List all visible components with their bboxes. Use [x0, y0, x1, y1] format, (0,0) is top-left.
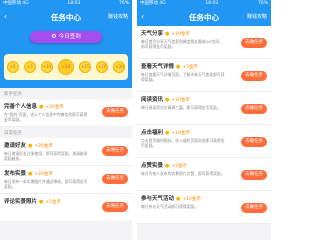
task-reward: +20金币 [34, 172, 53, 177]
task-desc: 每日阅读资讯文章满三篇，即可获得金币奖励。 [141, 105, 221, 110]
task-reward: +5金币 [182, 65, 199, 70]
back-arrow-icon[interactable]: ‹ [141, 12, 144, 22]
sign-in-rewards: +5 +5 +10 +10 +15 +20 +30 [4, 54, 128, 80]
task-item: 参与天气活动 ● +10金币 每日参与天气活动即可获得奖励。 去做任务 [137, 191, 271, 224]
task-desc: 每日发布一条实景图片并通过审核，即可获得金币奖励。 [4, 179, 88, 189]
task-reward: +5金币 [171, 164, 188, 169]
gear-icon: ⚙ [51, 33, 57, 40]
status-bar: 中国移动 4G 18:03 76% [137, 0, 271, 8]
task-reward: +10金币 [171, 98, 190, 103]
do-task-button[interactable]: 去做任务 [102, 202, 128, 212]
do-task-button[interactable]: 去做任务 [241, 170, 267, 180]
task-item: 查看天气详情 ● +5金币 每日查看天气详情页面，了解未来天气变化即可获得奖励。 去… [137, 59, 271, 92]
task-reward: +20金币 [45, 105, 64, 110]
status-battery: 76% [118, 1, 129, 6]
coin-star-icon: ● [165, 130, 170, 136]
task-item: 评论实景照片 ● +5金币 去做任务 [0, 194, 132, 222]
task-reward: +5金币 [45, 200, 62, 205]
do-task-button[interactable]: 去做任务 [102, 174, 128, 184]
task-desc: 每日首次分享天气信息到微信朋友圈或QQ空间，即可获得金币奖励。 [141, 39, 223, 49]
left-screen: 中国移动 4G 18:03 76% ‹ 任务中心 赚钱攻略 ⚙ 今日签到 +5 +… [0, 0, 132, 240]
do-task-button[interactable]: 去做任务 [102, 107, 128, 117]
earning-guide-link[interactable]: 赚钱攻略 [108, 13, 128, 21]
do-task-button[interactable]: 去做任务 [241, 38, 267, 48]
section-title: 新手任务 [4, 92, 22, 97]
section-title: 日常任务 [4, 131, 22, 136]
coin-star-icon: ● [28, 171, 33, 177]
sign-in-panel: ⚙ 今日签到 +5 +5 +10 +10 +15 +20 +30 [0, 26, 132, 88]
coin-star-icon: ● [39, 199, 44, 205]
task-desc: 每日邀请好友注册使用，即可获得奖励，邀请越多奖励越多。 [4, 151, 88, 161]
task-name: 阅读资讯 [141, 97, 164, 103]
coin-star-icon: ● [165, 163, 170, 169]
task-item: 阅读资讯 ● +10金币 每日阅读资讯文章满三篇，即可获得金币奖励。 去做任务 [137, 92, 271, 125]
coin-icon: +5 [6, 61, 19, 73]
status-carrier: 中国移动 4G [140, 1, 166, 6]
status-bar: 中国移动 4G 18:03 76% [0, 0, 132, 8]
coin-star-icon: ● [28, 143, 33, 149]
task-name: 完善个人信息 [4, 104, 38, 110]
coin-star-icon: ● [165, 31, 170, 37]
task-name: 天气分享 [141, 31, 164, 37]
right-screen: 中国移动 4G 18:03 76% ‹ 任务中心 赚钱攻略 天气分享 ● +10金币… [137, 0, 271, 240]
task-name: 查看天气详情 [141, 64, 175, 70]
task-desc: 在"我的"页面，进入个人信息中完善信息即可获得金币奖励。 [4, 112, 88, 122]
coin-star-icon: ● [165, 97, 170, 103]
do-task-button[interactable]: 去做任务 [241, 137, 267, 147]
coin-icon: +10 [57, 59, 74, 75]
coin-star-icon: ● [176, 196, 181, 202]
do-task-button[interactable]: 去做任务 [241, 203, 267, 213]
task-desc: 每日参与天气活动即可获得奖励。 [141, 204, 198, 209]
task-item: 点赞实景 ● +5金币 每日为他人发布的实景照片点赞，即可获得奖励。 去做任务 [137, 158, 271, 191]
task-item: 邀请好友 ● +20金币 每日邀请好友注册使用，即可获得奖励，邀请越多奖励越多。 去… [0, 138, 132, 166]
task-name: 点击福利 [141, 130, 164, 136]
task-desc: 每日为他人发布的实景照片点赞，即可获得奖励。 [141, 171, 225, 176]
status-time: 18:03 [67, 1, 81, 6]
status-battery: 76% [257, 1, 268, 6]
task-reward: +10金币 [182, 197, 201, 202]
task-item: 点击福利 ● +10金币 点击首页福利图标，进入福利页面浏览即可获得金币奖励。 去做… [137, 125, 271, 158]
coin-icon: +30 [113, 61, 126, 73]
do-task-button[interactable]: 去做任务 [102, 146, 128, 156]
status-time: 18:03 [205, 1, 219, 6]
task-reward: +20金币 [34, 144, 53, 149]
task-item: 发布实景 ● +20金币 每日发布一条实景图片并通过审核，即可获得金币奖励。 去做任… [0, 166, 132, 194]
coin-star-icon: ● [176, 64, 181, 70]
do-task-button[interactable]: 去做任务 [241, 71, 267, 81]
coin-star-icon: ● [39, 104, 44, 110]
task-item: 天气分享 ● +10金币 每日首次分享天气信息到微信朋友圈或QQ空间，即可获得金币奖… [137, 26, 271, 59]
task-name: 参与天气活动 [141, 196, 175, 202]
coin-icon: +5 [23, 61, 36, 73]
task-desc: 每日查看天气详情页面，了解未来天气变化即可获得奖励。 [141, 72, 225, 82]
status-carrier: 中国移动 4G [3, 1, 29, 6]
title-bar: ‹ 任务中心 赚钱攻略 [137, 8, 271, 26]
coin-icon: +20 [96, 61, 109, 73]
task-item: 完善个人信息 ● +20金币 在"我的"页面，进入个人信息中完善信息即可获得金币奖励… [0, 99, 132, 127]
task-desc [4, 207, 88, 222]
task-name: 发布实景 [4, 171, 27, 177]
coin-icon: +15 [79, 61, 92, 73]
task-reward: +10金币 [171, 32, 190, 37]
page-title: 任务中心 [51, 12, 81, 22]
page-title: 任务中心 [189, 12, 219, 22]
coin-icon: +10 [40, 61, 53, 73]
back-arrow-icon[interactable]: ‹ [4, 12, 7, 22]
task-name: 评论实景照片 [4, 199, 38, 205]
task-name: 点赞实景 [141, 163, 164, 169]
task-reward: +10金币 [171, 131, 190, 136]
sign-in-button[interactable]: ⚙ 今日签到 [30, 31, 102, 43]
earning-guide-link[interactable]: 赚钱攻略 [247, 13, 267, 21]
sign-in-label: 今日签到 [58, 34, 81, 40]
title-bar: ‹ 任务中心 赚钱攻略 [0, 8, 132, 26]
do-task-button[interactable]: 去做任务 [241, 104, 267, 114]
task-desc: 点击首页福利图标，进入福利页面浏览即可获得金币奖励。 [141, 138, 225, 148]
task-name: 邀请好友 [4, 143, 27, 149]
